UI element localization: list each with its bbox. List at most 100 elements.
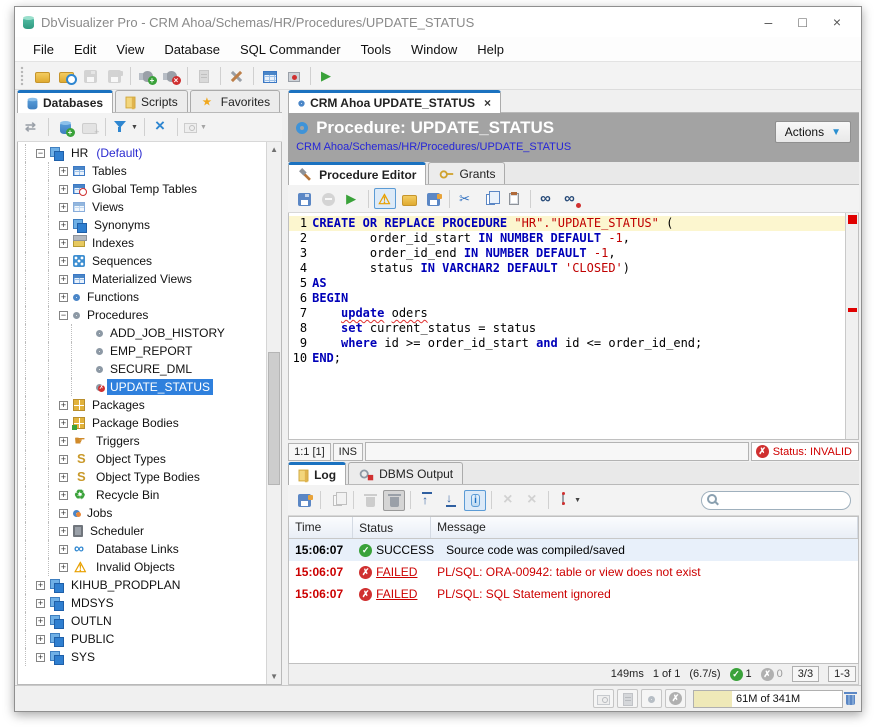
title-bar[interactable]: DbVisualizer Pro - CRM Ahoa/Schemas/HR/P… (15, 7, 861, 37)
tab-log[interactable]: Log (288, 462, 346, 485)
tree-item-triggers[interactable]: +Triggers (18, 432, 266, 450)
garbage-collect-icon[interactable] (846, 695, 855, 705)
tree-expander-icon[interactable]: + (59, 419, 68, 428)
grid-window-button[interactable] (259, 65, 281, 86)
disconnect-button[interactable] (160, 65, 182, 86)
tree-item-global-temp-tables[interactable]: + Global Temp Tables (18, 180, 266, 198)
log-row[interactable]: 15:06:07✓SUCCESSSource code was compiled… (289, 539, 858, 561)
code-line-5[interactable]: 5AS (289, 276, 845, 291)
tree-item-sequences[interactable]: + Sequences (18, 252, 266, 270)
tree-item-scheduler[interactable]: +Scheduler (18, 522, 266, 540)
create-connection-button[interactable] (54, 117, 76, 138)
code-editor[interactable]: 1CREATE OR REPLACE PROCEDURE "HR"."UPDAT… (288, 213, 859, 440)
load-from-file-button[interactable] (398, 188, 420, 209)
auto-clear-button[interactable] (383, 490, 405, 511)
show-errors-button[interactable] (374, 188, 396, 209)
tree-item-label[interactable]: Scheduler (87, 523, 147, 539)
maximize-button[interactable]: □ (798, 14, 806, 30)
scroll-thumb[interactable] (268, 352, 280, 485)
tree-item-label[interactable]: Recycle Bin (93, 487, 162, 503)
tree-expander-icon[interactable]: + (59, 257, 68, 266)
tree-item-label[interactable]: Views (89, 199, 127, 215)
tree-item-label[interactable]: Invalid Objects (93, 559, 178, 575)
tree-item-label[interactable]: UPDATE_STATUS (107, 379, 213, 395)
tree-item-materialized-views[interactable]: +Materialized Views (18, 270, 266, 288)
column-header-time[interactable]: Time (289, 517, 353, 538)
tree-item-add-job-history[interactable]: ADD_JOB_HISTORY (18, 324, 266, 342)
error-stops-button[interactable]: ▼ (554, 490, 582, 511)
tree-item-recycle-bin[interactable]: +Recycle Bin (18, 486, 266, 504)
grid-view-button[interactable] (593, 689, 614, 708)
tree-expander-icon[interactable]: + (59, 545, 68, 554)
tab-dbms-output[interactable]: DBMS Output (348, 462, 463, 484)
tree-item-kihub-prodplan[interactable]: +KIHUB_PRODPLAN (18, 576, 266, 594)
tree-expander-icon[interactable]: + (59, 239, 68, 248)
tree-expander-icon[interactable]: + (59, 563, 68, 572)
error-marker[interactable] (848, 308, 857, 312)
cut-button[interactable] (455, 188, 477, 209)
find-button[interactable] (536, 188, 558, 209)
tree-expander-icon[interactable]: + (59, 293, 68, 302)
tree-item-label[interactable]: OUTLN (68, 613, 115, 629)
tree-item-label[interactable]: Sequences (89, 253, 155, 269)
tree-item-functions[interactable]: +Functions (18, 288, 266, 306)
tree-item-emp-report[interactable]: EMP_REPORT (18, 342, 266, 360)
refresh-objects-button[interactable] (21, 117, 43, 138)
tree-expander-icon[interactable]: + (59, 167, 68, 176)
tab-crm-ahoa-update-status[interactable]: CRM Ahoa UPDATE_STATUS × (288, 90, 501, 113)
menu-help[interactable]: Help (467, 39, 514, 60)
tree-item-label[interactable]: Object Type Bodies (93, 469, 203, 485)
menu-edit[interactable]: Edit (64, 39, 106, 60)
find-replace-button[interactable] (560, 188, 582, 209)
scroll-to-bottom-button[interactable] (440, 490, 462, 511)
tree-item-label[interactable]: PUBLIC (68, 631, 117, 647)
scroll-to-top-button[interactable] (416, 490, 438, 511)
tree-item-public[interactable]: + PUBLIC (18, 630, 266, 648)
collapse-all-button[interactable] (150, 117, 172, 138)
tree-item-label[interactable]: EMP_REPORT (107, 343, 195, 359)
code-line-10[interactable]: 10END; (289, 351, 845, 366)
tree-expander-icon[interactable]: + (59, 455, 68, 464)
execute-button[interactable] (341, 188, 363, 209)
toolbar-grip[interactable] (20, 66, 25, 86)
scroll-down-icon[interactable]: ▼ (270, 669, 278, 684)
tree-item-label[interactable]: Synonyms (91, 217, 153, 233)
show-info-button[interactable] (464, 490, 486, 511)
tree-item-label[interactable]: Materialized Views (89, 271, 195, 287)
tree-item-hr[interactable]: −HR(Default) (18, 144, 266, 162)
tree-expander-icon[interactable]: + (59, 203, 68, 212)
actions-button[interactable]: Actions ▼ (775, 121, 851, 143)
tree-item-label[interactable]: Global Temp Tables (89, 181, 200, 197)
tree-expander-icon[interactable]: + (59, 473, 68, 482)
log-search-box[interactable] (701, 491, 851, 510)
menu-database[interactable]: Database (154, 39, 230, 60)
tree-expander-icon[interactable]: + (36, 635, 45, 644)
code-line-6[interactable]: 6BEGIN (289, 291, 845, 306)
memory-indicator[interactable]: 61M of 341M (693, 690, 843, 708)
tab-close-icon[interactable]: × (484, 96, 491, 110)
tree-item-label[interactable]: Database Links (93, 541, 182, 557)
search-input[interactable] (706, 493, 852, 507)
save-to-file-button[interactable] (422, 188, 444, 209)
tab-procedure-editor[interactable]: Procedure Editor (288, 162, 426, 185)
tree-item-label[interactable]: Object Types (93, 451, 169, 467)
log-row[interactable]: 15:06:07✗FAILEDPL/SQL: SQL Statement ign… (289, 583, 858, 605)
code-line-7[interactable]: 7 update oders (289, 306, 845, 321)
compile-save-button[interactable] (293, 188, 315, 209)
tab-databases[interactable]: Databases (17, 90, 113, 113)
tree-item-label[interactable]: Procedures (84, 307, 151, 323)
connections-button[interactable] (617, 689, 638, 708)
tree-expander-icon[interactable]: + (59, 509, 68, 518)
tree-expander-icon[interactable]: + (36, 581, 45, 590)
tree-expander-icon[interactable]: + (59, 221, 68, 230)
open-file-button[interactable] (31, 65, 53, 86)
log-row[interactable]: 15:06:07✗FAILEDPL/SQL: ORA-00942: table … (289, 561, 858, 583)
tree-item-packages[interactable]: +Packages (18, 396, 266, 414)
tool-properties-button[interactable] (226, 65, 248, 86)
tree-expander-icon[interactable]: + (59, 437, 68, 446)
column-header-message[interactable]: Message (431, 517, 858, 538)
filter-button[interactable]: ▼ (111, 117, 139, 138)
menu-file[interactable]: File (23, 39, 64, 60)
tree-expander-icon[interactable]: + (59, 185, 68, 194)
tree-item-label[interactable]: SECURE_DML (107, 361, 195, 377)
